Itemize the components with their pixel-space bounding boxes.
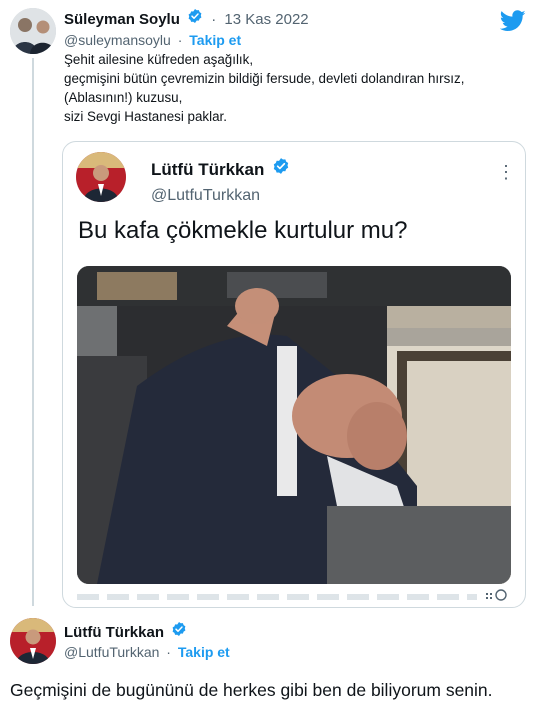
thread-connector-line: [32, 58, 34, 606]
date-separator: ·: [211, 11, 217, 28]
verified-badge-icon: [272, 157, 290, 181]
tweet-text-line: (Ablasının!) kuzusu,: [64, 90, 183, 105]
quoted-tweet-video[interactable]: [77, 266, 511, 584]
tweet-text-line: Şehit ailesine küfreden aşağılık,: [64, 52, 254, 67]
tweet-text-line: geçmişini bütün çevremizin bildiği fersu…: [64, 71, 465, 86]
tweet2-header: Lütfü Türkkan: [64, 621, 187, 643]
tweet1-header: Süleyman Soylu · 13 Kas 2022: [64, 8, 309, 30]
verified-badge-icon: [187, 8, 203, 30]
follow-button[interactable]: Takip et: [178, 644, 230, 660]
reply-author-handle[interactable]: @LutfuTurkkan: [64, 644, 159, 660]
avatar-image: [10, 618, 56, 664]
follow-button[interactable]: Takip et: [189, 32, 241, 48]
handle-separator: ·: [177, 32, 183, 48]
tweet2-subheader: @LutfuTurkkan · Takip et: [64, 643, 230, 661]
author-handle[interactable]: @suleymansoylu: [64, 32, 171, 48]
tweet-date[interactable]: 13 Kas 2022: [224, 11, 308, 28]
avatar-lutfu-turkkan-reply[interactable]: [10, 618, 56, 664]
expand-media-icon[interactable]: [485, 588, 507, 602]
more-options-icon[interactable]: ⋮: [497, 162, 515, 182]
avatar-image: [76, 152, 126, 202]
avatar-image: [10, 8, 56, 54]
quoted-tweet-card[interactable]: Lütfü Türkkan @LutfuTurkkan ⋮ Bu kafa çö…: [62, 141, 526, 608]
reply-author-name[interactable]: Lütfü Türkkan: [64, 624, 164, 641]
twitter-logo-icon[interactable]: [499, 10, 526, 32]
author-name[interactable]: Süleyman Soylu: [64, 11, 180, 28]
quoted-author-handle[interactable]: @LutfuTurkkan: [151, 186, 260, 206]
tweet-text-line: sizi Sevgi Hastanesi paklar.: [64, 109, 227, 124]
video-frame-image: [77, 266, 511, 584]
quoted-tweet-text: Bu kafa çökmekle kurtulur mu?: [78, 217, 408, 244]
handle-separator: ·: [166, 644, 171, 660]
tweet1-subheader: @suleymansoylu · Takip et: [64, 31, 241, 49]
avatar-lutfu-turkkan[interactable]: [76, 152, 126, 202]
quoted-header: Lütfü Türkkan: [151, 157, 290, 181]
quoted-card-bottom-strip: [77, 594, 477, 600]
tweet1-text: Şehit ailesine küfreden aşağılık, geçmiş…: [64, 50, 524, 126]
avatar-suleyman-soylu[interactable]: [10, 8, 56, 54]
verified-badge-icon: [171, 621, 187, 643]
quoted-author-name[interactable]: Lütfü Türkkan: [151, 160, 264, 179]
tweet2-text: Geçmişini de bugününü de herkes gibi ben…: [10, 680, 493, 700]
